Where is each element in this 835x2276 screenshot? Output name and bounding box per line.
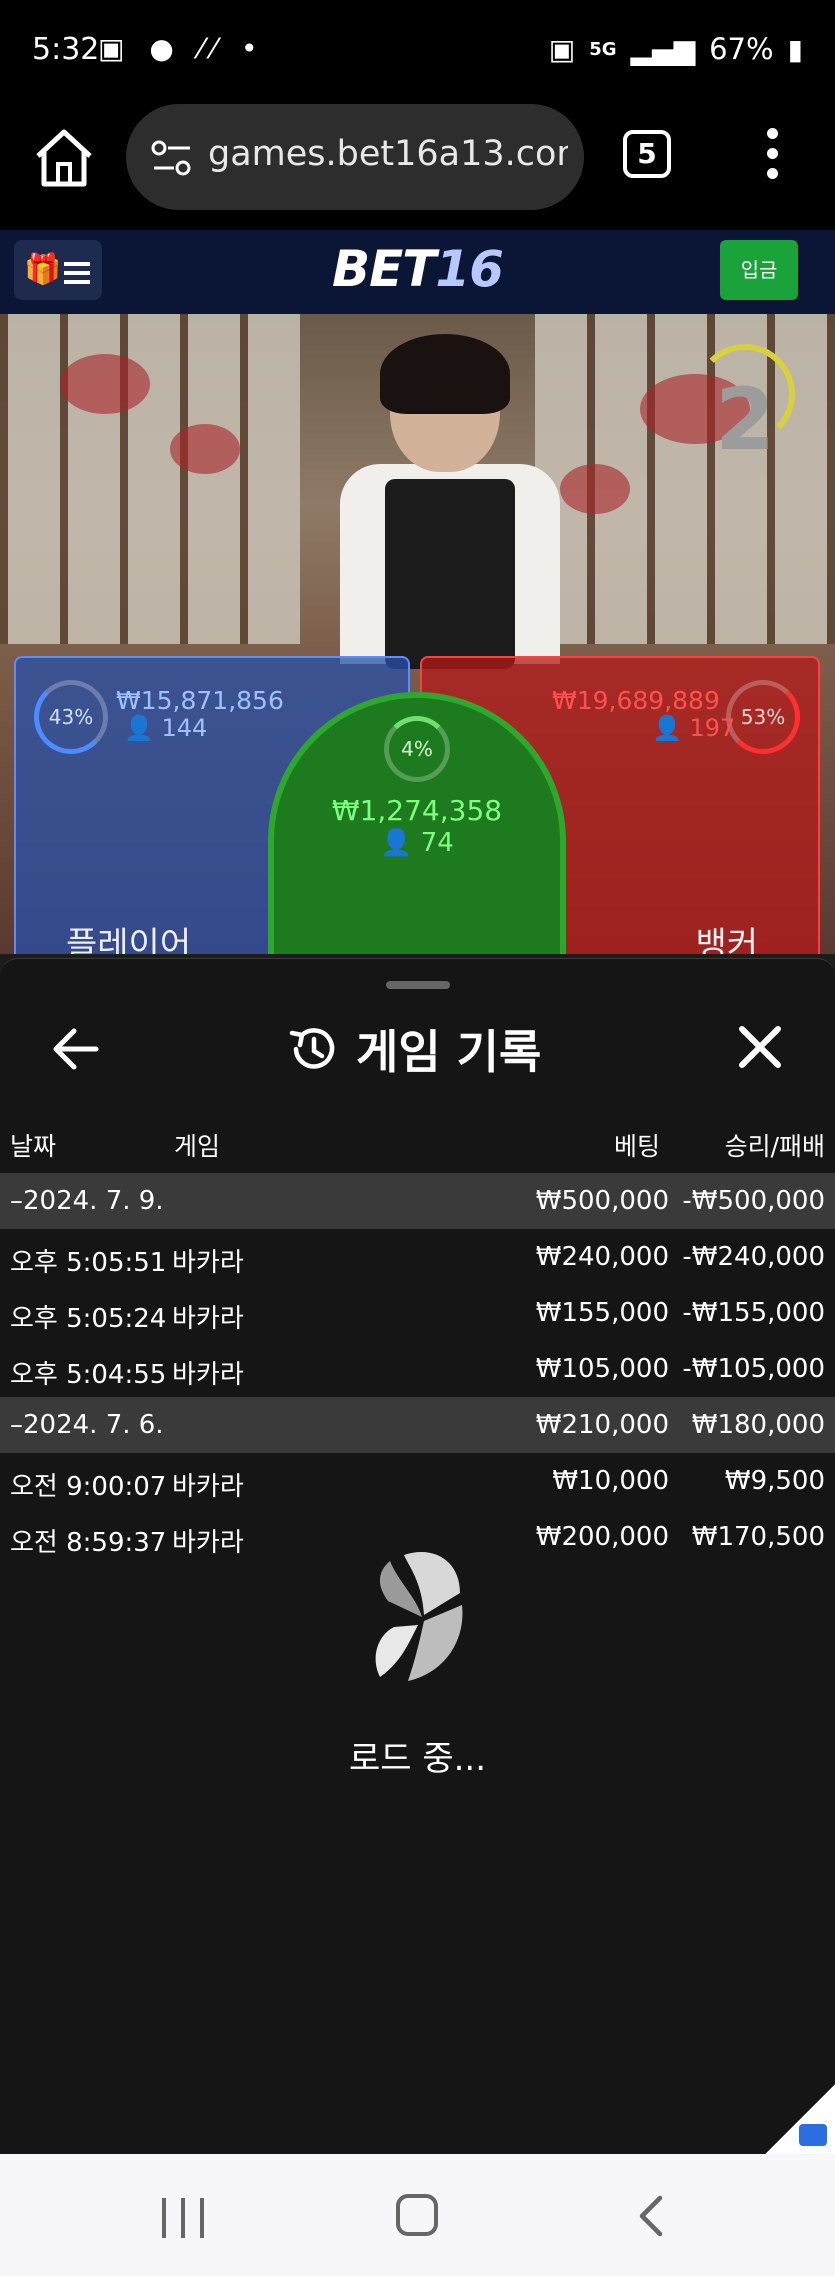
tab-switcher-button[interactable]: 5 (623, 130, 671, 178)
site-header: 🎁 BET16 입금 (0, 230, 835, 314)
banker-count: 👤 197 (652, 714, 736, 742)
table-header: 날짜 게임 베팅 승리/패배 (0, 1127, 835, 1167)
history-table: –2024. 7. 9. ₩500,000 -₩500,000 오후 5:05:… (0, 1173, 835, 1565)
upload-icon (799, 2124, 827, 2146)
back-nav-icon[interactable] (630, 2194, 674, 2238)
deposit-button[interactable]: 입금 (720, 240, 798, 300)
notification-icons: ▣ ● ⁄⁄ • (98, 32, 266, 65)
table-row[interactable]: 오후 5:05:51 바카라 ₩240,000 -₩240,000 (0, 1229, 835, 1285)
tie-amount: ₩1,274,358 (331, 794, 503, 827)
game-history-modal: 게임 기록 날짜 게임 베팅 승리/패배 –2024. 7. 9. ₩500,0… (0, 958, 835, 2154)
site-logo[interactable]: BET16 (0, 240, 835, 298)
browser-toolbar: games.bet16a13.com/L 5 (0, 100, 835, 230)
recent-apps-icon[interactable] (162, 2198, 204, 2238)
column-bet: 베팅 (614, 1132, 661, 1161)
status-bar: 5:32 ▣ ● ⁄⁄ • ▣ 5G ▂▄▆ 67% ▮ (0, 0, 835, 100)
battery-icon: ▮ (787, 32, 803, 66)
site-settings-icon[interactable] (150, 138, 194, 178)
player-percent: 43% (34, 680, 108, 754)
status-time: 5:32 (32, 32, 100, 67)
close-icon[interactable] (736, 1023, 784, 1071)
history-icon (289, 1028, 335, 1069)
home-nav-icon[interactable] (396, 2194, 438, 2236)
loading-spinner-icon (375, 1552, 463, 1681)
network-label: 5G (589, 38, 617, 60)
round-number: 2 (715, 370, 775, 470)
column-result: 승리/패배 (724, 1132, 825, 1161)
column-game: 게임 (174, 1132, 221, 1161)
table-row[interactable]: 오후 5:05:24 바카라 ₩155,000 -₩155,000 (0, 1285, 835, 1341)
table-row[interactable]: 오전 9:00:07 바카라 ₩10,000 ₩9,500 (0, 1453, 835, 1509)
url-text[interactable]: games.bet16a13.com/L (208, 134, 568, 174)
banker-amount: ₩19,689,889 (552, 686, 720, 715)
date-group-header[interactable]: –2024. 7. 9. ₩500,000 -₩500,000 (0, 1173, 835, 1229)
modal-header: 게임 기록 (284, 1017, 541, 1081)
tie-percent: 4% (384, 716, 450, 782)
system-icons: ▣ 5G ▂▄▆ 67% ▮ (549, 32, 803, 66)
column-date: 날짜 (10, 1132, 57, 1161)
back-arrow-icon[interactable] (50, 1023, 102, 1075)
battery-percent: 67% (709, 32, 774, 66)
signal-icon: ▂▄▆ (630, 32, 696, 66)
home-icon[interactable] (30, 124, 98, 192)
player-count: 👤 144 (124, 714, 208, 742)
tie-count: 👤 74 (380, 828, 454, 858)
drag-handle[interactable] (386, 981, 450, 989)
more-menu-icon[interactable] (760, 128, 784, 188)
modal-title: 게임 기록 (356, 1025, 542, 1079)
folder-icon: ▣ (548, 32, 576, 66)
table-row[interactable]: 오후 5:04:55 바카라 ₩105,000 -₩105,000 (0, 1341, 835, 1397)
tie-bet-area[interactable]: 4% ₩1,274,358 👤 74 무 8:1 (268, 692, 566, 992)
date-group-header[interactable]: –2024. 7. 6. ₩210,000 ₩180,000 (0, 1397, 835, 1453)
system-nav-bar (0, 2154, 835, 2276)
feedback-badge[interactable] (765, 2084, 835, 2154)
player-amount: ₩15,871,856 (116, 686, 284, 715)
url-bar[interactable]: games.bet16a13.com/L (126, 104, 584, 210)
banker-percent: 53% (726, 680, 800, 754)
loading-text: 로드 중... (348, 1739, 487, 1779)
